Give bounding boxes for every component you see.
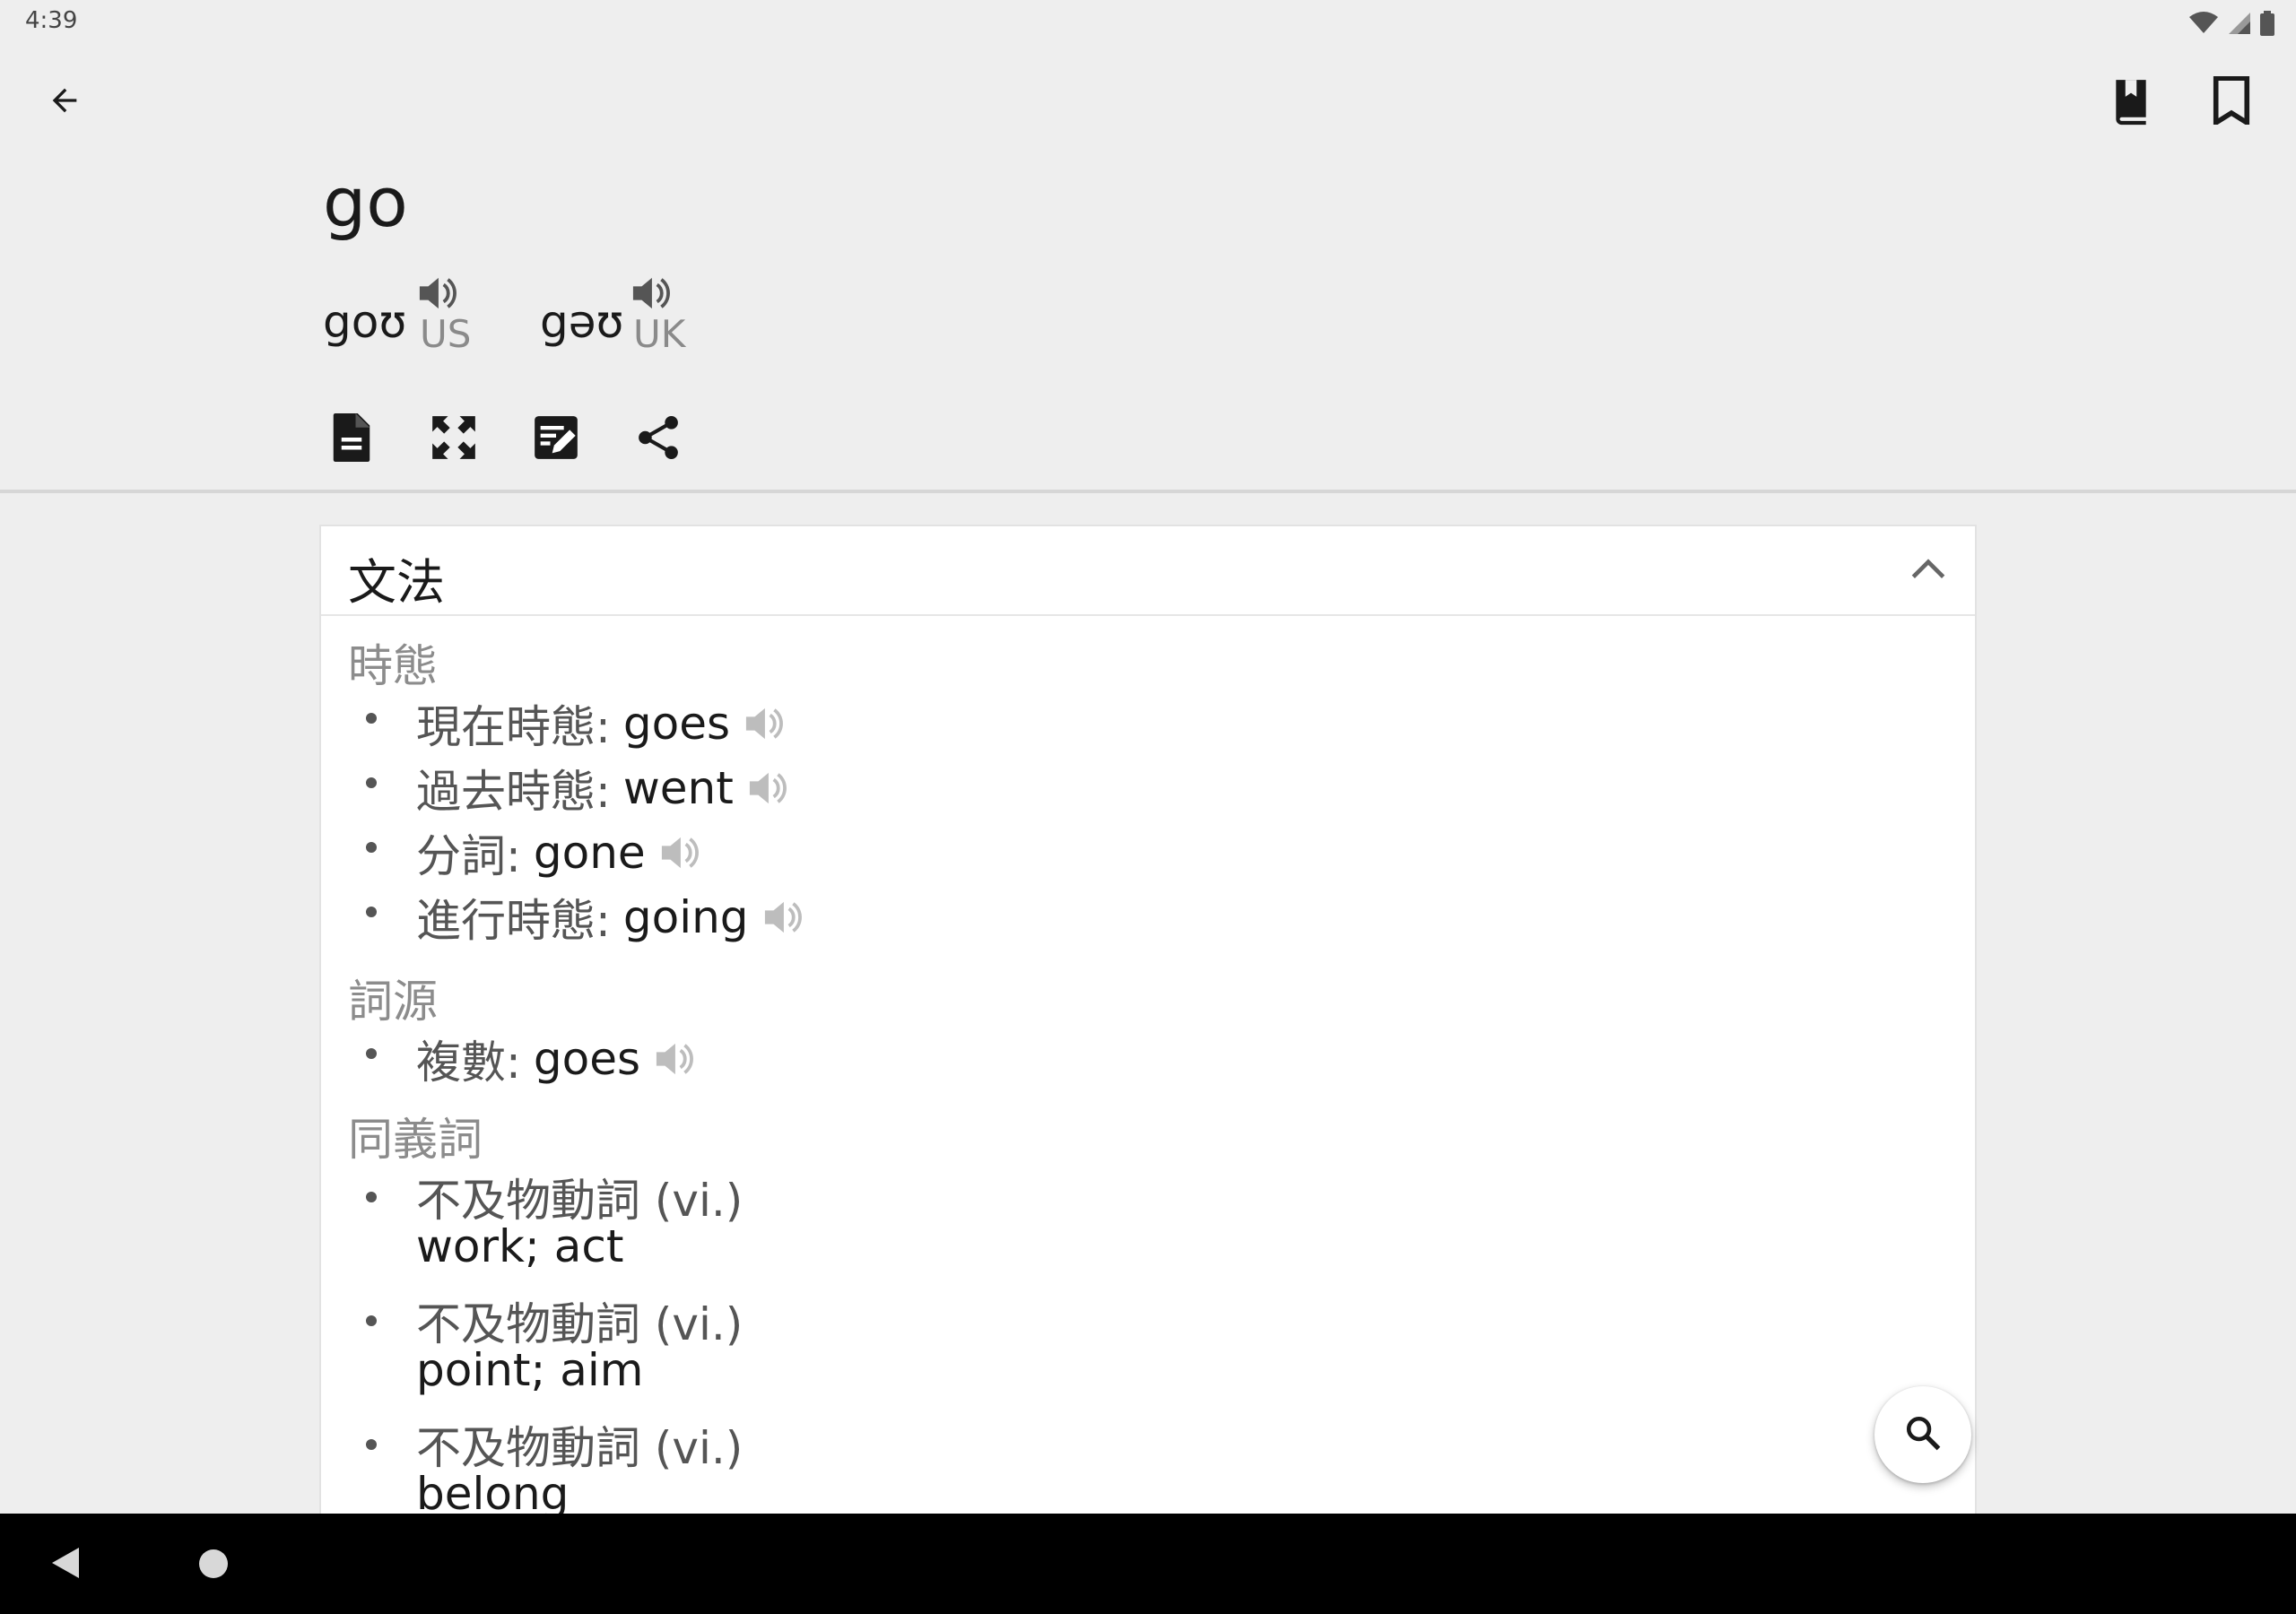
synonym-item: 不及物動詞 (vi.) point; aim	[366, 1289, 1891, 1414]
speaker-icon[interactable]	[743, 705, 784, 742]
status-icons	[2188, 9, 2274, 38]
pronunciation-uk[interactable]: gəʊ UK	[540, 269, 701, 359]
bookmark-icon	[2212, 76, 2251, 125]
card-header[interactable]: 文法	[321, 526, 1975, 616]
list-item: 複數: goes	[366, 1027, 1891, 1091]
form-word: going	[622, 891, 749, 943]
list-item: 現在時態: goes	[366, 691, 1891, 756]
share-icon	[636, 414, 681, 464]
form-label: 分詞:	[416, 830, 521, 882]
headword: go	[323, 162, 408, 242]
nav-back-icon[interactable]	[50, 1546, 81, 1584]
fullscreen-button[interactable]	[425, 411, 483, 468]
bullet	[366, 777, 377, 788]
speaker-icon[interactable]	[416, 274, 457, 316]
speaker-icon[interactable]	[746, 769, 787, 807]
note-button[interactable]	[527, 411, 585, 468]
status-time: 4:39	[25, 7, 78, 34]
search-fab[interactable]	[1874, 1386, 1971, 1483]
battery-icon	[2260, 11, 2274, 36]
collapse-button[interactable]	[1903, 546, 1953, 596]
back-button[interactable]	[32, 68, 97, 133]
speaker-icon[interactable]	[653, 1040, 694, 1078]
chevron-up-icon	[1910, 558, 1946, 585]
form-word: went	[622, 762, 734, 814]
bullet	[366, 1048, 377, 1059]
bullet	[366, 907, 377, 917]
system-nav-bar	[0, 1514, 2296, 1614]
form-word: gone	[533, 827, 646, 879]
form-word: goes	[533, 1033, 640, 1085]
status-bar: 4:39	[0, 0, 2296, 48]
details-button[interactable]	[323, 411, 380, 468]
bullet	[366, 713, 377, 724]
form-label: 進行時態:	[416, 895, 611, 947]
synonym-definition: work; act	[416, 1220, 624, 1272]
arrow-left-icon	[47, 82, 83, 118]
section-title-etymology: 詞源	[348, 976, 438, 1028]
bullet	[366, 842, 377, 853]
header-divider	[0, 490, 2296, 493]
fullscreen-icon	[430, 414, 477, 464]
synonym-item: 不及物動詞 (vi.) work; act	[366, 1165, 1891, 1290]
document-icon	[331, 413, 372, 465]
synonym-definition: belong	[416, 1468, 570, 1520]
pronunciation-ipa: gəʊ	[540, 296, 624, 348]
share-button[interactable]	[630, 411, 687, 468]
wifi-icon	[2188, 12, 2219, 35]
pronunciation-ipa: goʊ	[323, 296, 407, 348]
edit-note-icon	[533, 414, 579, 464]
form-label: 現在時態:	[416, 701, 611, 753]
bullet	[366, 1192, 377, 1202]
nav-home-icon[interactable]	[199, 1549, 228, 1578]
form-word: goes	[622, 698, 730, 750]
synonym-definition: point; aim	[416, 1344, 644, 1396]
bookmark-button[interactable]	[2197, 68, 2266, 133]
list-item: 過去時態: went	[366, 756, 1891, 820]
grammar-card: 文法 時態 現在時態: goes 過去時態: went 分詞: gone 進行時…	[319, 525, 1977, 1614]
bullet	[366, 1439, 377, 1450]
form-label: 複數:	[416, 1037, 521, 1089]
pronunciation-region: UK	[633, 312, 686, 356]
speaker-icon[interactable]	[658, 834, 700, 872]
list-item: 進行時態: going	[366, 885, 1891, 950]
speaker-icon[interactable]	[630, 274, 671, 316]
dictionary-screen: 4:39 go goʊ US gəʊ UK 文法 時態 現在時態: goes 過…	[0, 0, 2296, 1614]
speaker-icon[interactable]	[761, 898, 803, 936]
card-title: 文法	[348, 554, 445, 611]
form-label: 過去時態:	[416, 766, 611, 818]
list-item: 分詞: gone	[366, 820, 1891, 885]
book-bookmark-icon	[2109, 75, 2153, 126]
section-title-tenses: 時態	[348, 640, 438, 692]
signal-icon	[2228, 12, 2251, 35]
search-icon	[1904, 1414, 1942, 1455]
pronunciation-us[interactable]: goʊ US	[323, 269, 484, 359]
section-title-synonyms: 同義詞	[348, 1114, 483, 1166]
wordbook-button[interactable]	[2095, 68, 2167, 133]
bullet	[366, 1315, 377, 1326]
pronunciation-region: US	[420, 312, 472, 356]
